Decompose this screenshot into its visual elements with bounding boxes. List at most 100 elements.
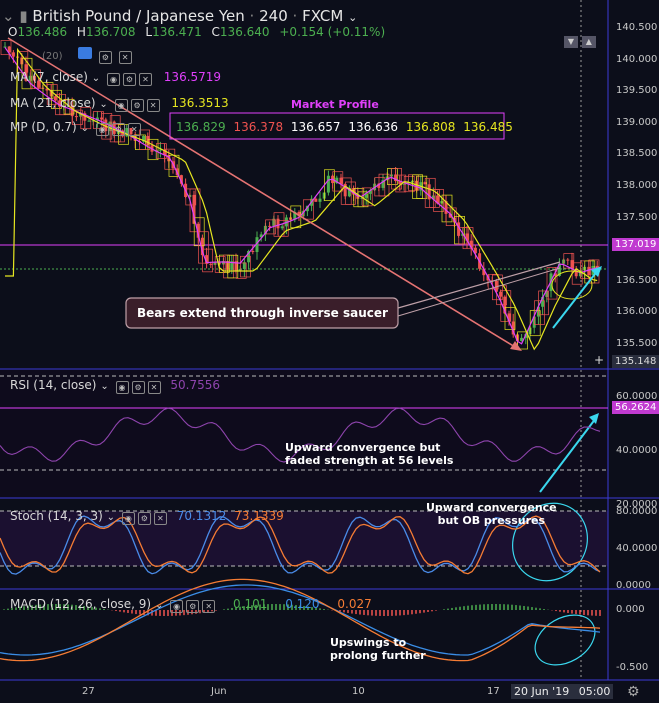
time-tick-label: 17 bbox=[487, 686, 500, 697]
ohlc-h-value: 136.708 bbox=[85, 25, 136, 39]
mp-value: 136.636 bbox=[348, 120, 398, 134]
rsi-label: RSI (14, close) bbox=[10, 378, 97, 392]
ohlc-change: +0.154 (+0.11%) bbox=[279, 25, 386, 39]
eye-icon[interactable]: ◉ bbox=[115, 381, 129, 394]
settings-icon[interactable]: ⚙ bbox=[98, 51, 112, 64]
symbol-name[interactable]: British Pound / Japanese Yen bbox=[32, 7, 244, 25]
stoch-note-line: Upward convergence bbox=[426, 501, 557, 514]
close-icon[interactable]: ✕ bbox=[147, 381, 161, 394]
stoch-legend[interactable]: Stoch (14, 3, 3) ⌄ ◉ ⚙ ✕ 70.1312 73.1339 bbox=[10, 509, 284, 525]
bottom-price-tag: 135.148 bbox=[612, 355, 659, 368]
candle-body bbox=[280, 226, 284, 229]
mp-value: 136.808 bbox=[405, 120, 456, 134]
header-bar: ⌄ ▮ British Pound / Japanese Yen · 240 ·… bbox=[2, 7, 358, 25]
ma21-legend[interactable]: MA (21, close) ⌄ ◉ ⚙ ✕ 136.3513 bbox=[10, 96, 229, 112]
candle-body bbox=[11, 52, 15, 57]
ma21-label: MA (21, close) bbox=[10, 96, 96, 110]
price-tick-label: 136.500 bbox=[616, 274, 658, 286]
macd-signal-value: 0.027 bbox=[337, 597, 372, 611]
rsi-note: Upward convergence but faded strength at… bbox=[285, 441, 453, 467]
ma7-legend[interactable]: MA (7, close) ⌄ ◉ ⚙ ✕ 136.5719 bbox=[10, 70, 221, 86]
ohlc-c-value: 136.640 bbox=[219, 25, 270, 39]
macd-signal-line bbox=[0, 578, 601, 662]
eye-icon[interactable]: ◉ bbox=[121, 512, 135, 525]
mp-values: 136.829 136.378 136.657 136.636 136.808 … bbox=[176, 120, 513, 134]
price-tick-label: 139.000 bbox=[616, 116, 658, 128]
settings-icon[interactable]: ⚙ bbox=[111, 123, 125, 136]
stoch-tick-label: 40.0000 bbox=[616, 543, 658, 554]
macd-note-line: Upswings to bbox=[330, 636, 407, 649]
macd-tick-label: 0.000 bbox=[616, 604, 645, 615]
rsi-note-line: Upward convergence but bbox=[285, 441, 441, 454]
stoch-note-line: but OB pressures bbox=[437, 514, 546, 527]
market-profile-title: Market Profile bbox=[291, 98, 379, 111]
ma21-value: 136.3513 bbox=[171, 96, 229, 110]
close-icon[interactable]: ✕ bbox=[146, 99, 160, 112]
arrow-up-icon[interactable]: ▲ bbox=[581, 36, 596, 48]
stoch-note: Upward convergence but OB pressures bbox=[426, 501, 557, 527]
stoch-tick-label: 80.0000 bbox=[616, 506, 658, 517]
candle-body bbox=[251, 251, 255, 253]
stoch-tick-label: 0.0000 bbox=[616, 580, 651, 591]
price-tick-label: 140.000 bbox=[616, 53, 658, 65]
settings-icon[interactable]: ⚙ bbox=[137, 512, 151, 525]
eye-icon[interactable]: ◉ bbox=[106, 73, 120, 86]
chevron-down-icon[interactable]: ⌄ bbox=[348, 11, 357, 24]
price-tick-label: 139.500 bbox=[616, 85, 658, 97]
ohlc-row: O136.486 H136.708 L136.471 C136.640 +0.1… bbox=[8, 25, 385, 39]
eye-icon[interactable]: ◉ bbox=[114, 99, 128, 112]
candle-body bbox=[3, 46, 7, 48]
ma7-label: MA (7, close) bbox=[10, 70, 88, 84]
eye-icon[interactable]: ◉ bbox=[95, 123, 109, 136]
settings-icon[interactable]: ⚙ bbox=[186, 600, 200, 613]
rsi-value-tag: 56.2624 bbox=[612, 401, 659, 414]
settings-icon[interactable]: ⚙ bbox=[131, 381, 145, 394]
header-controls: ⚙ ✕ bbox=[78, 47, 132, 64]
ohlc-o-value: 136.486 bbox=[17, 25, 68, 39]
mp-value: 136.378 bbox=[233, 120, 284, 134]
mp-value: 136.829 bbox=[176, 120, 226, 134]
arrow-down-icon[interactable]: ▼ bbox=[564, 36, 578, 48]
time-cursor-date: 20 Jun '19 bbox=[514, 685, 570, 698]
macd-hist-value: 0.101 bbox=[233, 597, 268, 611]
bears-callout-text: Bears extend through inverse saucer bbox=[137, 306, 388, 320]
eye-icon[interactable] bbox=[78, 47, 92, 59]
settings-icon[interactable]: ⚙ bbox=[122, 73, 136, 86]
eye-icon[interactable]: ◉ bbox=[170, 600, 184, 613]
ohlc-c-label: C bbox=[211, 25, 220, 39]
chevron-left-icon[interactable]: ⌄ bbox=[2, 7, 15, 25]
close-icon[interactable]: ✕ bbox=[127, 123, 141, 136]
price-tick-label: 137.500 bbox=[616, 211, 658, 223]
crosshair-plus-icon: + bbox=[594, 353, 605, 367]
chart-window: ⌄ ▮ British Pound / Japanese Yen · 240 ·… bbox=[0, 0, 659, 703]
price-tick-label: 140.500 bbox=[616, 22, 658, 33]
macd-legend[interactable]: MACD (12, 26, close, 9) ⌄ ◉ ⚙ ✕ 0.101 0.12… bbox=[10, 597, 372, 613]
ohlc-h-label: H bbox=[76, 25, 86, 39]
macd-label: MACD (12, 26, close, 9) bbox=[10, 597, 152, 611]
price-tick-label: 138.500 bbox=[616, 148, 658, 160]
mp-legend[interactable]: MP (D, 0.7) ⌄ ◉ ⚙ ✕ bbox=[10, 120, 141, 136]
close-icon[interactable]: ✕ bbox=[202, 600, 216, 613]
gear-icon[interactable]: ⚙ bbox=[627, 684, 640, 700]
rsi-value: 50.7556 bbox=[170, 378, 220, 392]
candle-body bbox=[209, 263, 213, 265]
time-tick-label: 10 bbox=[352, 686, 365, 697]
time-tick-label: 27 bbox=[82, 686, 95, 697]
close-icon[interactable]: ✕ bbox=[153, 512, 167, 525]
rsi-legend[interactable]: RSI (14, close) ⌄ ◉ ⚙ ✕ 50.7556 bbox=[10, 378, 220, 394]
candle-body bbox=[326, 175, 330, 193]
macd-line bbox=[0, 584, 601, 656]
close-icon[interactable]: ✕ bbox=[138, 73, 152, 86]
time-tick-label: Jun bbox=[211, 686, 227, 697]
resistance-price-tag: 137.019 bbox=[612, 238, 659, 251]
stoch-label: Stoch (14, 3, 3) bbox=[10, 509, 103, 523]
ma7-value: 136.5719 bbox=[163, 70, 222, 84]
bookmark-icon[interactable]: ▮ bbox=[19, 7, 27, 25]
settings-icon[interactable]: ⚙ bbox=[130, 99, 144, 112]
close-icon[interactable]: ✕ bbox=[118, 51, 132, 64]
interval[interactable]: 240 bbox=[259, 7, 288, 25]
macd-line-value: 0.120 bbox=[285, 597, 320, 611]
rsi-note-line: faded strength at 56 levels bbox=[285, 454, 454, 467]
mp-label: MP (D, 0.7) bbox=[10, 120, 77, 134]
candle-body bbox=[566, 259, 570, 261]
